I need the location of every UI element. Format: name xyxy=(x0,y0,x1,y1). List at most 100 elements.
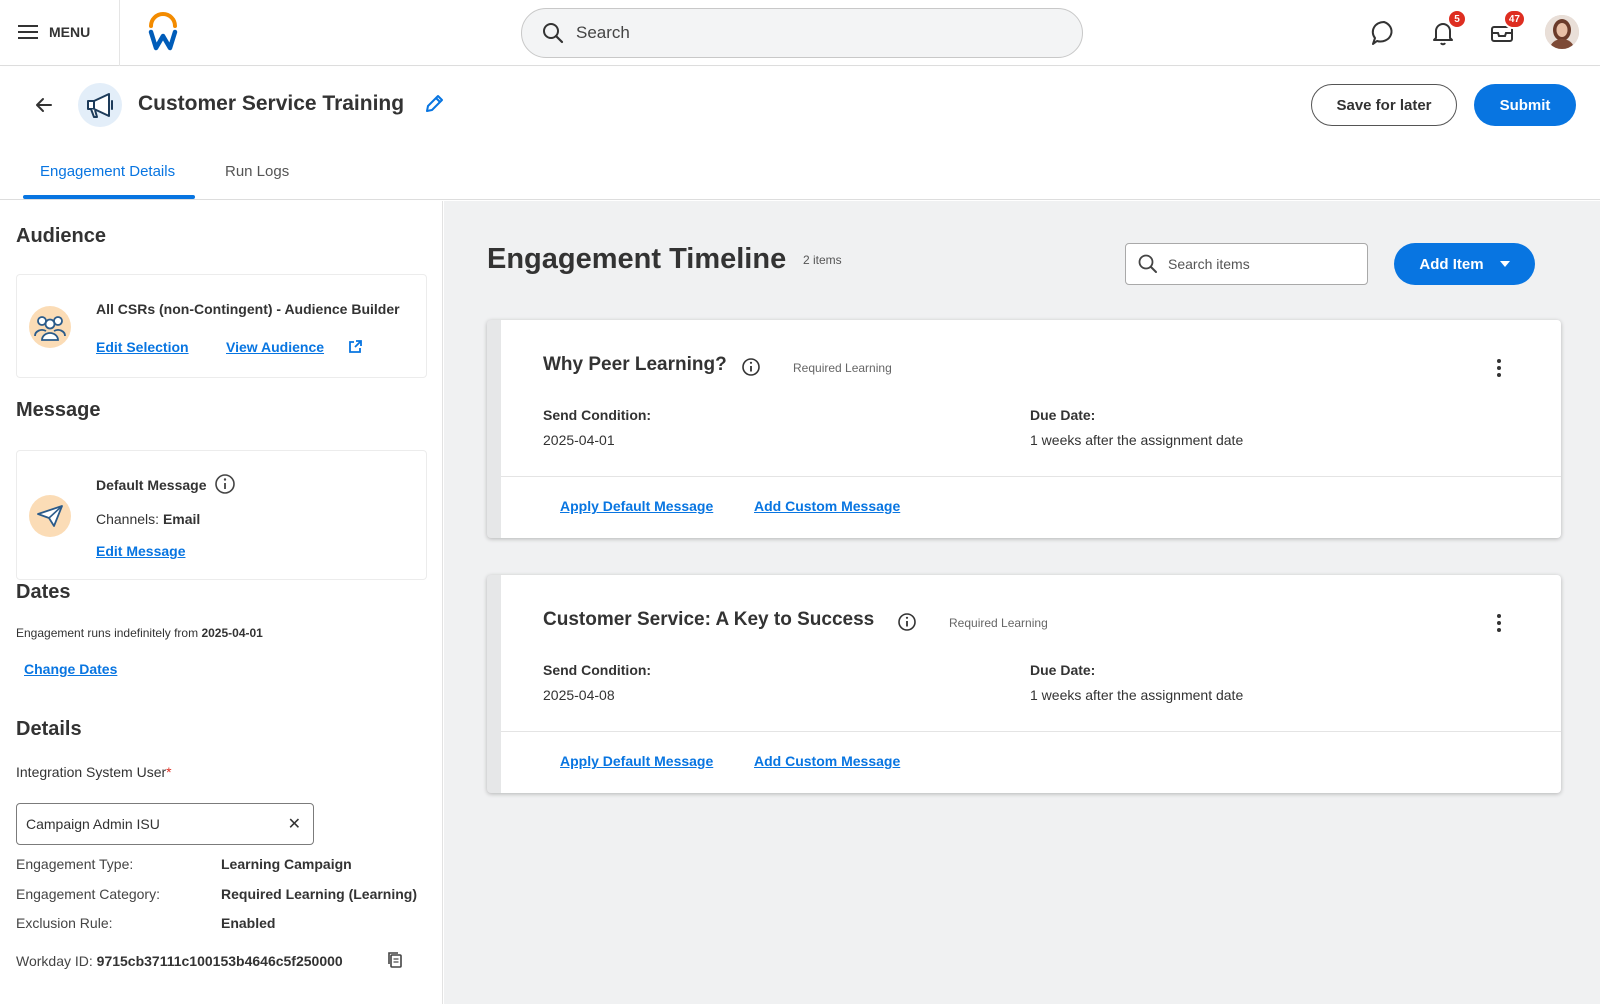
send-condition-value: 2025-04-01 xyxy=(543,432,615,448)
more-options-icon[interactable] xyxy=(1489,356,1509,380)
workday-id-row: Workday ID: 9715cb37111c100153b4646c5f25… xyxy=(16,953,343,969)
tab-run-logs[interactable]: Run Logs xyxy=(225,163,289,180)
user-avatar-icon xyxy=(1545,15,1579,49)
timeline-panel: Engagement Timeline 2 items Search items… xyxy=(444,201,1600,1004)
info-icon[interactable] xyxy=(741,357,761,377)
clear-icon[interactable]: ✕ xyxy=(288,814,301,834)
item-count: 2 items xyxy=(803,253,842,267)
group-icon xyxy=(29,306,71,348)
add-item-label: Add Item xyxy=(1419,255,1484,273)
timeline-item-tag: Required Learning xyxy=(949,616,1048,630)
back-button[interactable] xyxy=(32,93,56,117)
search-items-placeholder: Search items xyxy=(1168,256,1250,272)
add-custom-message-link[interactable]: Add Custom Message xyxy=(754,498,900,514)
send-condition-label: Send Condition: xyxy=(543,407,652,423)
page-title: Customer Service Training xyxy=(138,92,405,115)
search-icon xyxy=(543,23,564,44)
workday-id-label: Workday ID: xyxy=(16,953,93,969)
audience-name: All CSRs (non-Contingent) - Audience Bui… xyxy=(96,301,400,317)
timeline-item-title: Why Peer Learning? xyxy=(543,354,727,375)
audience-card: All CSRs (non-Contingent) - Audience Bui… xyxy=(16,274,427,378)
isu-label: Integration System User xyxy=(16,764,167,780)
copy-icon[interactable] xyxy=(387,951,403,969)
page-header: Customer Service Training Save for later… xyxy=(0,67,1600,143)
due-date-label: Due Date: xyxy=(1030,407,1096,423)
change-dates-link[interactable]: Change Dates xyxy=(24,661,117,677)
channels-label: Channels: xyxy=(96,511,160,527)
send-condition-label: Send Condition: xyxy=(543,662,652,678)
paper-plane-icon xyxy=(29,495,71,537)
menu-label: MENU xyxy=(49,24,91,40)
avatar[interactable] xyxy=(1545,15,1579,49)
timeline-item-title: Customer Service: A Key to Success xyxy=(543,609,875,630)
chat-button[interactable] xyxy=(1368,17,1400,49)
workday-id-value: 9715cb37111c100153b4646c5f250000 xyxy=(96,953,343,969)
isu-input[interactable]: Campaign Admin ISU ✕ xyxy=(16,803,314,845)
timeline-item-card: Customer Service: A Key to Success Requi… xyxy=(487,575,1561,793)
add-item-button[interactable]: Add Item xyxy=(1394,243,1535,285)
megaphone-icon xyxy=(78,83,122,127)
message-name: Default Message xyxy=(96,477,207,493)
save-for-later-button[interactable]: Save for later xyxy=(1311,84,1457,126)
info-icon[interactable] xyxy=(897,612,917,632)
info-icon[interactable] xyxy=(214,473,236,495)
dates-text: Engagement runs indefinitely from xyxy=(16,626,199,640)
inbox-badge: 47 xyxy=(1502,9,1526,29)
timeline-title: Engagement Timeline xyxy=(487,243,787,275)
due-date-value: 1 weeks after the assignment date xyxy=(1030,432,1244,448)
tab-bar: Engagement Details Run Logs xyxy=(0,143,1600,200)
required-asterisk: * xyxy=(166,764,172,780)
timeline-item-card: Why Peer Learning? Required Learning Sen… xyxy=(487,320,1561,538)
menu-button[interactable]: MENU xyxy=(18,20,90,44)
audience-heading: Audience xyxy=(16,225,107,247)
view-audience-link[interactable]: View Audience xyxy=(226,339,324,355)
hamburger-icon xyxy=(18,25,38,39)
exclusion-rule-value: Enabled xyxy=(221,915,276,931)
notifications-badge: 5 xyxy=(1447,9,1467,29)
search-items-input[interactable]: Search items xyxy=(1125,243,1368,285)
active-tab-indicator xyxy=(23,195,195,199)
edit-message-link[interactable]: Edit Message xyxy=(96,543,185,559)
message-card: Default Message Channels: Email Edit Mes… xyxy=(16,450,427,580)
arrow-left-icon xyxy=(36,98,52,112)
exclusion-rule-label: Exclusion Rule: xyxy=(16,915,113,931)
more-options-icon[interactable] xyxy=(1489,611,1509,635)
dates-heading: Dates xyxy=(16,581,71,603)
top-bar: MENU Search 5 47 xyxy=(0,0,1600,66)
apply-default-message-link[interactable]: Apply Default Message xyxy=(560,498,713,514)
details-panel: Audience All CSRs (non-Contingent) - Aud… xyxy=(0,201,443,1004)
engagement-type-label: Engagement Type: xyxy=(16,856,134,872)
submit-button[interactable]: Submit xyxy=(1474,84,1576,126)
chat-icon xyxy=(1371,20,1393,45)
divider xyxy=(501,476,1561,477)
inbox-button[interactable]: 47 xyxy=(1486,9,1526,49)
edit-selection-link[interactable]: Edit Selection xyxy=(96,339,189,355)
divider xyxy=(119,0,120,66)
search-icon xyxy=(1138,254,1157,273)
divider xyxy=(501,731,1561,732)
external-link-icon[interactable] xyxy=(348,340,362,354)
send-condition-value: 2025-04-08 xyxy=(543,687,615,703)
apply-default-message-link[interactable]: Apply Default Message xyxy=(560,753,713,769)
workday-logo-icon[interactable] xyxy=(146,12,180,52)
notifications-button[interactable]: 5 xyxy=(1427,9,1467,49)
channels-row: Channels: Email xyxy=(96,511,200,527)
global-search-input[interactable]: Search xyxy=(521,8,1083,58)
edit-title-button[interactable] xyxy=(423,93,445,115)
isu-label-row: Integration System User* xyxy=(16,764,172,780)
message-heading: Message xyxy=(16,399,101,421)
due-date-value: 1 weeks after the assignment date xyxy=(1030,687,1244,703)
engagement-category-value: Required Learning (Learning) xyxy=(221,886,418,902)
details-heading: Details xyxy=(16,718,82,740)
channels-value: Email xyxy=(162,511,201,527)
add-custom-message-link[interactable]: Add Custom Message xyxy=(754,753,900,769)
dates-description: Engagement runs indefinitely from 2025-0… xyxy=(16,626,263,640)
search-placeholder: Search xyxy=(576,23,630,42)
isu-value: Campaign Admin ISU xyxy=(26,816,160,832)
dates-start-date: 2025-04-01 xyxy=(201,626,263,640)
engagement-category-label: Engagement Category: xyxy=(16,886,160,902)
timeline-item-tag: Required Learning xyxy=(793,361,892,375)
engagement-type-value: Learning Campaign xyxy=(221,856,352,872)
pencil-icon xyxy=(426,95,443,112)
tab-engagement-details[interactable]: Engagement Details xyxy=(40,163,175,180)
